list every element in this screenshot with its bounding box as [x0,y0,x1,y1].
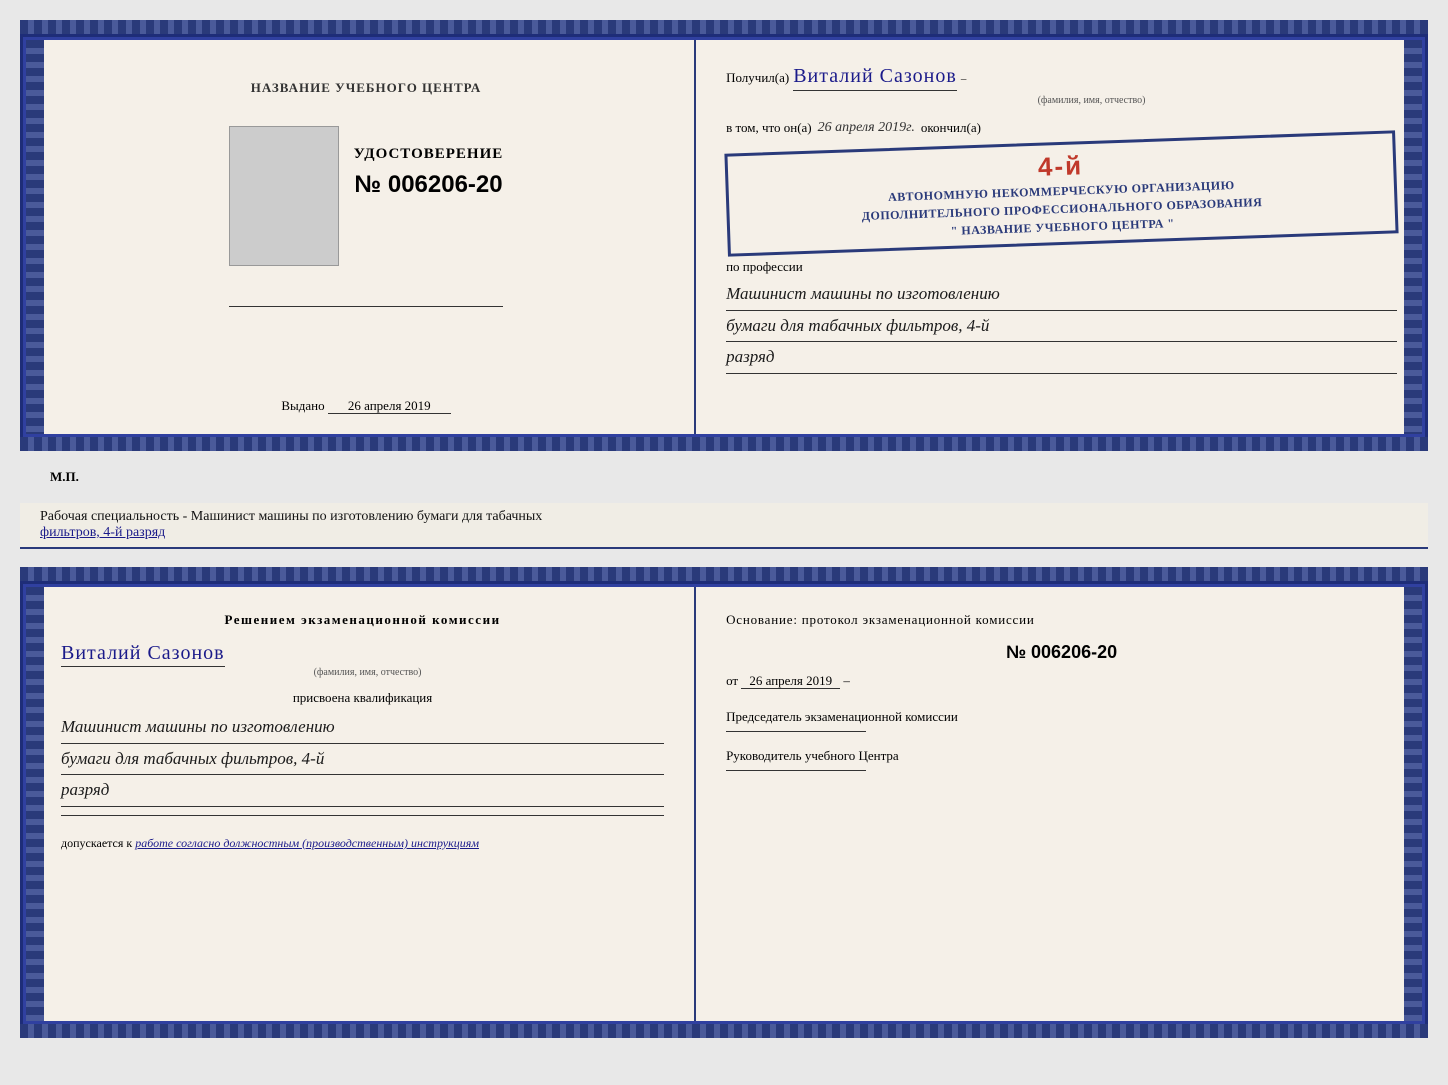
osnovanie-title: Основание: протокол экзаменационной коми… [726,612,1397,628]
completion-date: 26 апреля 2019г. [818,120,915,136]
bottom-right-side-decoration [1404,587,1422,1021]
working-specialty-text2: фильтров, 4-й разряд [40,525,1408,541]
bottom-number: № 006206-20 [726,642,1397,663]
cert-left-panel: НАЗВАНИЕ УЧЕБНОГО ЦЕНТРА УДОСТОВЕРЕНИЕ №… [26,40,696,434]
mp-line: М.П. [20,469,1428,485]
dopuskaetsya-label: допускается к [61,836,132,850]
top-certificate: НАЗВАНИЕ УЧЕБНОГО ЦЕНТРА УДОСТОВЕРЕНИЕ №… [20,20,1428,451]
bottom-border-decoration [20,437,1428,451]
cert-right-panel: Получил(а) Виталий Сазонов – (фамилия, и… [696,40,1422,434]
profession-line3: разряд [726,342,1397,374]
okonchil-label: окончил(а) [921,120,981,136]
po-professii-label: по профессии [726,259,1397,275]
predsedatel-signature-line [726,731,866,732]
udostoverenie-title: УДОСТОВЕРЕНИЕ [354,146,504,163]
bottom-cert-bottom-border [20,1024,1428,1038]
bottom-person-subtitle: (фамилия, имя, отчество) [71,667,664,678]
section-title-left: НАЗВАНИЕ УЧЕБНОГО ЦЕНТРА [251,80,482,96]
vydano-date: 26 апреля 2019 [328,398,451,414]
bottom-qual-line1: Машинист машины по изготовлению [61,712,664,744]
bottom-qual-line2: бумаги для табачных фильтров, 4-й [61,744,664,776]
bottom-right-panel: Основание: протокол экзаменационной коми… [696,587,1422,1021]
prisvoena-line: присвоена квалификация [61,690,664,706]
dash-1: – [961,73,967,85]
bottom-left-panel: Решением экзаменационной комиссии Витали… [26,587,696,1021]
right-dash: – [843,673,850,688]
rukovoditel-title: Руководитель учебного Центра [726,748,1397,764]
ot-label: от [726,673,738,688]
top-border-decoration [20,20,1428,34]
recipient-subtitle: (фамилия, имя, отчество) [786,95,1397,106]
poluchil-line: Получил(а) Виталий Сазонов – [726,65,1397,91]
working-specialty-bar: Рабочая специальность - Машинист машины … [20,503,1428,549]
page-wrapper: НАЗВАНИЕ УЧЕБНОГО ЦЕНТРА УДОСТОВЕРЕНИЕ №… [20,20,1428,1038]
bottom-certificate: Решением экзаменационной комиссии Витали… [20,567,1428,1038]
vydano-line: Выдано 26 апреля 2019 [281,398,450,414]
mp-label: М.П. [50,469,79,484]
poluchil-label: Получил(а) [726,70,789,86]
bottom-cert-top-border [20,567,1428,581]
bottom-qual-line3: разряд [61,775,664,807]
working-specialty-text: Рабочая специальность - Машинист машины … [40,509,1408,525]
rukovoditel-signature-line [726,770,866,771]
ot-line: от 26 апреля 2019 – [726,673,1397,689]
recipient-name: Виталий Сазонов [793,65,957,91]
bottom-person-name: Виталий Сазонов [61,642,225,667]
right-side-decoration [1404,40,1422,434]
cert-number: № 006206-20 [354,171,502,199]
predsedatel-title: Председатель экзаменационной комиссии [726,709,1397,725]
resheniyem-title: Решением экзаменационной комиссии [61,612,664,628]
vydano-label: Выдано [281,398,324,413]
stamp-block: 4-й АВТОНОМНУЮ НЕКОММЕРЧЕСКУЮ ОРГАНИЗАЦИ… [724,130,1398,256]
ot-date: 26 апреля 2019 [741,673,840,689]
dopuskaetsya-line: допускается к работе согласно должностны… [61,836,664,851]
profession-line1: Машинист машины по изготовлению [726,279,1397,311]
dopuskaetsya-text: работе согласно должностным (производств… [135,836,479,850]
photo-placeholder [229,126,339,266]
rukovoditel-block: Руководитель учебного Центра [726,748,1397,771]
vtom-label: в том, что он(а) [726,120,812,136]
predsedatel-block: Председатель экзаменационной комиссии [726,709,1397,732]
profession-line2: бумаги для табачных фильтров, 4-й [726,311,1397,343]
photo-row: УДОСТОВЕРЕНИЕ № 006206-20 [229,126,504,286]
